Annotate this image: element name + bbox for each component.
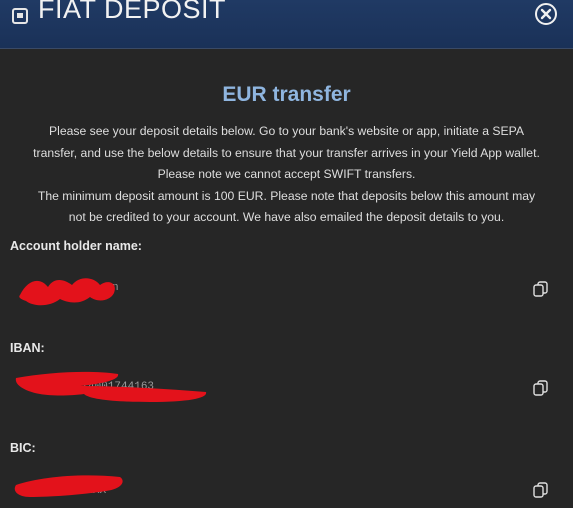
account-holder-label: Account holder name: [10,239,142,253]
instruction-line: Please note we cannot accept SWIFT trans… [157,167,416,181]
iban-label: IBAN: [10,341,45,355]
bic-label: BIC: [10,441,36,455]
modal-header: FIAT DEPOSIT [0,0,573,49]
redaction-mark [19,278,115,306]
instruction-line: The minimum deposit amount is 100 EUR. P… [37,188,536,203]
instruction-line: not be credited to your account. We have… [68,210,505,224]
instruction-line: transfer, and use the below details to e… [33,145,540,160]
copy-icon[interactable] [532,481,550,499]
bic-value[interactable]: ...DEXX [60,485,106,497]
account-holder-value[interactable]: n [112,282,119,294]
iban-value[interactable]: ...5D...874001744163 [22,381,154,393]
deposit-instructions: Please see your deposit details below. G… [8,121,565,229]
instruction-line: Please see your deposit details below. G… [49,124,524,138]
copy-icon[interactable] [532,280,550,298]
wallet-icon [12,8,28,24]
transfer-type-heading: EUR transfer [222,83,351,106]
copy-icon[interactable] [532,379,550,397]
close-icon[interactable] [534,2,558,26]
modal-body: EUR transfer Please see your deposit det… [0,49,573,508]
modal-title: FIAT DEPOSIT [38,0,227,24]
